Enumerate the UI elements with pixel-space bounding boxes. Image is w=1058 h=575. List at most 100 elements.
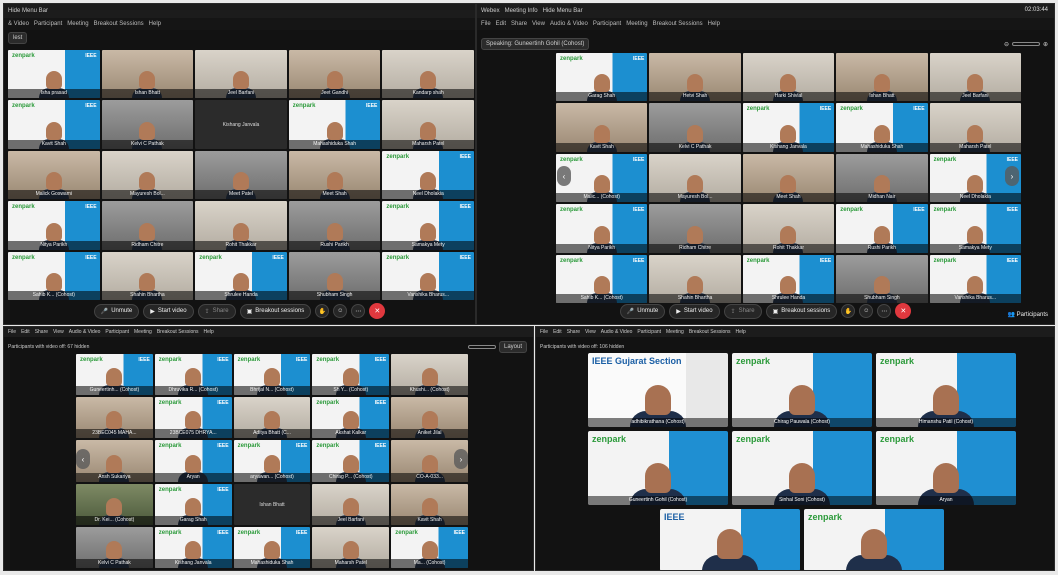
- menu-item[interactable]: Help: [708, 21, 720, 27]
- menu-item[interactable]: Hide Menu Bar: [543, 8, 583, 14]
- more-button[interactable]: ⋯: [877, 304, 892, 318]
- zoom-track[interactable]: [467, 345, 496, 349]
- video-tile[interactable]: Hetvi Shah: [649, 53, 741, 102]
- video-tile[interactable]: 23BEC045 MAHA...: [76, 397, 153, 439]
- menu-item[interactable]: File: [8, 329, 16, 335]
- video-tile[interactable]: zenpark IEEE Shrulee Handa: [195, 251, 287, 300]
- video-tile[interactable]: zenpark IEEE Aryan: [154, 440, 232, 482]
- raise-hand-button[interactable]: ✋: [315, 304, 330, 318]
- menu-item[interactable]: Meeting: [626, 21, 647, 27]
- video-tile[interactable]: zenpark Guneertinh Gohil (Cohost): [588, 431, 728, 505]
- video-tile[interactable]: zenpark IEEE Nitya Parikh: [8, 201, 100, 250]
- menu-item[interactable]: Share: [35, 329, 48, 335]
- video-tile[interactable]: zenpark IEEE Akshat Kalkar: [312, 397, 390, 439]
- video-tile[interactable]: Aniket Jilal: [391, 397, 468, 439]
- video-tile[interactable]: Dr. Kei... (Cohost): [76, 483, 153, 525]
- reactions-button[interactable]: ☺: [333, 304, 348, 318]
- menu-item[interactable]: View: [53, 329, 64, 335]
- video-tile[interactable]: zenpark IEEE Mahashiduka Shah: [233, 526, 311, 568]
- video-tile[interactable]: zenpark IEEE Vanshika Bharus...: [382, 251, 474, 300]
- menu-item[interactable]: Breakout Sessions: [653, 21, 703, 27]
- zoom-slider[interactable]: ⊖ ⊕: [1004, 41, 1048, 48]
- video-tile[interactable]: Ridham Chitre: [649, 204, 741, 253]
- video-tile[interactable]: zenpark IEEE Nitya Parikh: [556, 204, 648, 253]
- menu-item[interactable]: Edit: [21, 329, 30, 335]
- breakout-sessions-button[interactable]: ▣ Breakout sessions: [765, 303, 838, 319]
- video-tile[interactable]: Shahin Bhartha: [649, 254, 741, 303]
- share-button[interactable]: ⇪ Share: [197, 303, 236, 319]
- prev-page-arrow[interactable]: ‹: [76, 449, 90, 469]
- video-tile[interactable]: Kelvi C Pathak: [76, 526, 153, 568]
- video-tile[interactable]: zenpark IEEE Bhrijal N... (Cohost): [233, 354, 311, 396]
- video-tile[interactable]: Jeet Gandhi: [288, 50, 381, 99]
- video-tile[interactable]: Khushi... (Cohost): [391, 354, 468, 396]
- more-button[interactable]: ⋯: [351, 304, 366, 318]
- next-page-arrow[interactable]: ›: [1005, 166, 1019, 186]
- video-tile[interactable]: Jeel Barfani: [929, 53, 1021, 102]
- menu-item[interactable]: Breakout Sessions: [157, 329, 199, 335]
- video-tile[interactable]: zenpark IEEE Shrulee Handa: [742, 254, 835, 303]
- menu-item[interactable]: Help: [149, 21, 161, 27]
- video-tile[interactable]: zenpark IEEE Kavit Shah: [8, 100, 100, 149]
- video-tile[interactable]: Shahin Bhartha: [101, 251, 194, 300]
- video-tile[interactable]: Rohit Thakkar: [742, 204, 835, 253]
- video-tile[interactable]: zenpark IEEE 23BCE075 DHRYA...: [154, 397, 232, 439]
- video-tile[interactable]: zenpark IEEE Isha prasad: [8, 50, 100, 99]
- video-tile[interactable]: zenpark IEEE Ma... (Cohost): [391, 526, 468, 568]
- video-tile[interactable]: IEEE Gujarat Section adhibikrathana (Coho…: [588, 353, 728, 427]
- video-tile[interactable]: zenpark IEEE Samakya Mety: [929, 204, 1021, 253]
- breakout-sessions-button[interactable]: ▣ Breakout sessions: [239, 303, 312, 319]
- video-tile[interactable]: Shubham Singh: [288, 251, 381, 300]
- video-tile[interactable]: zenpark: [804, 509, 944, 570]
- menu-item[interactable]: Webex: [481, 8, 500, 14]
- video-tile[interactable]: Meet Shah: [742, 153, 835, 203]
- video-tile[interactable]: Kelvi C Pathak: [101, 100, 194, 149]
- video-tile[interactable]: Rohit Thakkar: [195, 201, 287, 250]
- zoom-track[interactable]: [1011, 42, 1040, 46]
- video-tile[interactable]: zenpark IEEE Garag Shah: [556, 53, 648, 102]
- video-tile[interactable]: Ishan Bhatt: [233, 483, 311, 525]
- menu-item[interactable]: Share: [511, 21, 527, 27]
- video-tile[interactable]: zenpark Himanshu Patil (Cohost): [876, 353, 1016, 427]
- leave-button[interactable]: ✕: [369, 303, 386, 319]
- video-tile[interactable]: zenpark IEEE Vanshika Bharus...: [929, 254, 1021, 303]
- menu-item[interactable]: Hide Menu Bar: [8, 8, 48, 14]
- zoom-slider[interactable]: Layout: [467, 341, 527, 353]
- video-tile[interactable]: zenpark Aryan: [876, 431, 1016, 505]
- video-tile[interactable]: zenpark IEEE Mahashiduka Shah: [836, 103, 928, 152]
- menu-item[interactable]: Breakout Sessions: [689, 329, 731, 335]
- menu-item[interactable]: File: [481, 21, 491, 27]
- menu-item[interactable]: Breakout Sessions: [94, 21, 144, 27]
- menu-item[interactable]: Meeting: [666, 329, 684, 335]
- video-tile[interactable]: zenpark IEEE Kishang Janvala: [742, 103, 835, 152]
- menu-item[interactable]: Share: [567, 329, 580, 335]
- video-tile[interactable]: zenpark IEEE Mahashiduka Shah: [288, 100, 381, 149]
- video-tile[interactable]: zenpark IEEE Kishang Janvala: [154, 526, 232, 568]
- reactions-button[interactable]: ☺: [859, 304, 874, 318]
- menu-item[interactable]: Audio & Video: [69, 329, 101, 335]
- video-tile[interactable]: Aditya Bhatt (C...: [233, 397, 311, 439]
- video-tile[interactable]: zenpark IEEE Chirag P... (Cohost): [312, 440, 390, 482]
- menu-item[interactable]: Help: [736, 329, 746, 335]
- raise-hand-button[interactable]: ✋: [841, 304, 856, 318]
- start-video-button[interactable]: ▶ Start video: [669, 303, 720, 319]
- next-page-arrow[interactable]: ›: [454, 449, 468, 469]
- menu-item[interactable]: Participant: [105, 329, 129, 335]
- menu-item[interactable]: Participant: [593, 21, 621, 27]
- unmute-button[interactable]: 🎤 Unmute: [619, 303, 666, 319]
- video-tile[interactable]: Malick Goswami: [8, 150, 100, 200]
- share-button[interactable]: ⇪ Share: [723, 303, 762, 319]
- menu-item[interactable]: Edit: [553, 329, 562, 335]
- video-tile[interactable]: Kelvi C Pathak: [649, 103, 741, 152]
- video-tile[interactable]: zenpark IEEE Guneertinh... (Cohost): [76, 354, 153, 396]
- menu-item[interactable]: View: [585, 329, 596, 335]
- video-tile[interactable]: Kishang Janvala: [195, 100, 287, 149]
- video-tile[interactable]: Ishan Bhatt: [836, 53, 928, 102]
- menu-item[interactable]: Meeting: [67, 21, 88, 27]
- video-tile[interactable]: zenpark Chirag Pauwala (Cohost): [732, 353, 872, 427]
- menu-item[interactable]: Audio & Video: [550, 21, 588, 27]
- menu-item[interactable]: Meeting Info: [505, 8, 538, 14]
- menu-item[interactable]: File: [540, 329, 548, 335]
- menu-item[interactable]: Participant: [34, 21, 62, 27]
- video-tile[interactable]: zenpark IEEE Sh Y... (Cohost): [312, 354, 390, 396]
